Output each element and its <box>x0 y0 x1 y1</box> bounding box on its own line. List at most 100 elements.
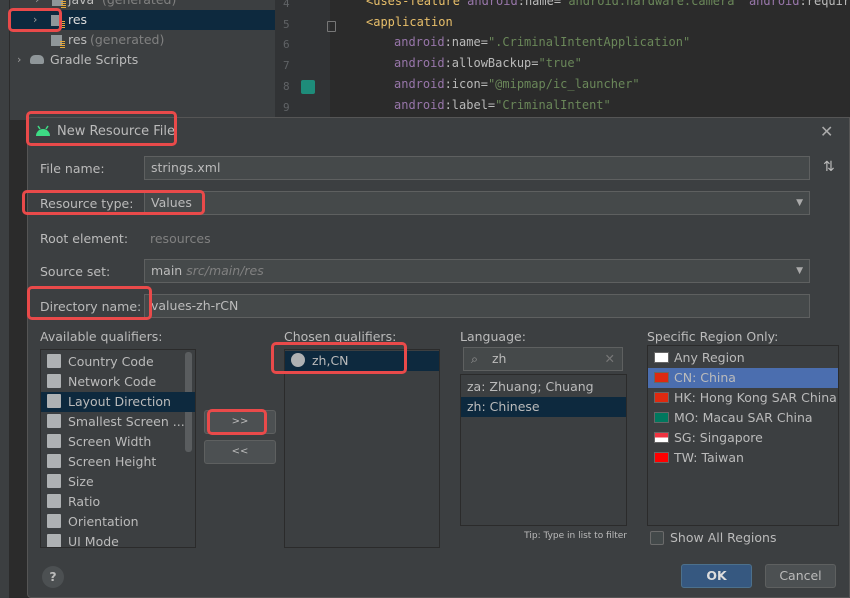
qualifier-label: UI Mode <box>68 534 119 548</box>
code-line[interactable]: <uses-feature android:name="android.hard… <box>366 0 850 8</box>
language-label: Language: <box>460 329 526 344</box>
dropdown-arrow-icon: ▼ <box>796 198 803 208</box>
cancel-button[interactable]: Cancel <box>765 564 836 588</box>
qualifier-item[interactable]: Screen Height <box>41 452 195 472</box>
available-qualifiers-list[interactable]: Country Code Network Code Layout Direction… <box>40 349 196 548</box>
qualifier-item[interactable]: Orientation <box>41 512 195 532</box>
chevron-right-icon[interactable]: › <box>17 50 21 70</box>
sort-icon[interactable]: ⇅ <box>823 159 835 175</box>
help-button[interactable]: ? <box>42 566 64 588</box>
code-token: "CriminalIntent" <box>495 97 611 112</box>
region-item[interactable]: CN: China <box>648 368 838 388</box>
annotation-box <box>8 8 62 32</box>
qualifier-item[interactable]: Screen Width <box>41 432 195 452</box>
resource-type-dropdown[interactable]: Values ▼ <box>144 191 810 215</box>
qualifier-item[interactable]: Country Code <box>41 352 195 372</box>
language-item[interactable]: za: Zhuang; Chuang <box>461 377 626 397</box>
annotation-box <box>271 342 407 374</box>
source-set-dropdown[interactable]: main src/main/res ▼ <box>144 259 810 283</box>
region-item[interactable]: HK: Hong Kong SAR China <box>648 388 838 408</box>
code-line[interactable]: android:label="CriminalIntent" <box>394 98 611 112</box>
tool-window-strip <box>0 0 10 598</box>
remove-qualifier-button[interactable]: << <box>204 440 276 464</box>
qualifier-label: Network Code <box>68 374 157 389</box>
qualifier-item[interactable]: Size <box>41 472 195 492</box>
language-list[interactable]: za: Zhuang; Chuang zh: Chinese <box>460 374 627 526</box>
region-item[interactable]: MO: Macau SAR China <box>648 408 838 428</box>
code-token: :label= <box>444 97 496 112</box>
source-set-value: main <box>151 263 183 278</box>
qualifier-icon <box>47 514 61 528</box>
line-number: 9 <box>283 100 290 114</box>
qualifier-item[interactable]: Layout Direction <box>41 392 195 412</box>
close-icon[interactable]: ✕ <box>820 122 833 141</box>
qualifier-icon <box>47 394 61 408</box>
qualifier-item[interactable]: Smallest Screen ... <box>41 412 195 432</box>
region-label: HK: Hong Kong SAR China <box>674 390 837 405</box>
annotation-box <box>207 409 267 435</box>
available-qualifiers-label: Available qualifiers: <box>40 329 163 344</box>
region-item[interactable]: Any Region <box>648 348 838 368</box>
flag-icon <box>654 412 669 423</box>
qualifier-label: Orientation <box>68 514 139 529</box>
tree-item-gradle-scripts[interactable]: › Gradle Scripts <box>10 50 275 70</box>
code-token: android <box>394 35 445 50</box>
qualifier-label: Smallest Screen ... <box>68 414 185 429</box>
code-token: ".CriminalIntentApplication" <box>487 35 691 50</box>
qualifier-item[interactable]: Ratio <box>41 492 195 512</box>
chosen-qualifiers-list[interactable]: zh,CN <box>284 349 440 548</box>
qualifier-label: Screen Height <box>68 454 157 469</box>
code-line[interactable]: android:allowBackup="true" <box>394 56 582 70</box>
region-list[interactable]: Any Region CN: China HK: Hong Kong SAR Chi… <box>647 345 839 526</box>
file-name-input[interactable]: strings.xml <box>144 156 810 180</box>
show-all-regions-label[interactable]: Show All Regions <box>670 530 776 545</box>
region-item[interactable]: SG: Singapore <box>648 428 838 448</box>
line-number: 8 <box>283 79 290 93</box>
code-line[interactable]: android:name=".CriminalIntentApplication… <box>394 35 690 49</box>
code-token: :name= <box>517 0 562 8</box>
region-label: CN: China <box>674 370 736 385</box>
flag-icon <box>654 432 669 443</box>
region-label: SG: Singapore <box>674 430 763 445</box>
line-number: 6 <box>283 38 290 52</box>
clear-icon[interactable]: ✕ <box>605 348 615 370</box>
root-element-value: resources <box>150 231 211 246</box>
tree-item-res-generated[interactable]: res (generated) <box>10 30 275 50</box>
show-all-regions-checkbox[interactable] <box>650 531 664 545</box>
qualifier-icon <box>47 534 61 547</box>
directory-name-input[interactable]: values-zh-rCN <box>144 294 810 318</box>
line-number: 4 <box>283 0 290 10</box>
search-icon: ⌕ <box>471 351 479 366</box>
qualifier-icon <box>47 434 61 448</box>
code-token: :name= <box>444 35 488 50</box>
annotation-box <box>26 111 177 146</box>
dropdown-arrow-icon: ▼ <box>796 266 803 276</box>
flag-icon <box>654 352 669 363</box>
code-line[interactable]: android:icon="@mipmap/ic_launcher" <box>394 77 640 91</box>
code-line[interactable]: <application <box>366 15 453 29</box>
folder-icon <box>51 35 65 48</box>
line-number: 5 <box>283 17 290 31</box>
qualifier-item[interactable]: UI Mode <box>41 532 195 548</box>
region-item[interactable]: TW: Taiwan <box>648 448 838 468</box>
qualifier-icon <box>47 354 61 368</box>
code-token: :allowBackup= <box>444 56 539 71</box>
code-token: <application <box>366 14 453 29</box>
flag-icon <box>654 372 669 383</box>
code-token: :icon= <box>444 76 488 91</box>
qualifier-item[interactable]: Network Code <box>41 372 195 392</box>
android-gutter-icon[interactable] <box>301 80 315 94</box>
annotation-box <box>27 286 152 320</box>
fold-icon[interactable] <box>327 21 336 32</box>
ok-button[interactable]: OK <box>681 564 752 588</box>
region-label: Specific Region Only: <box>647 329 779 344</box>
code-token: <uses-feature <box>366 0 468 8</box>
code-token: android <box>467 0 518 8</box>
source-set-label: Source set: <box>40 264 111 279</box>
qualifier-label: Country Code <box>68 354 154 369</box>
qualifier-icon <box>47 494 61 508</box>
qualifier-icon <box>47 454 61 468</box>
language-search-input[interactable]: ⌕ zh ✕ <box>463 347 623 371</box>
language-item[interactable]: zh: Chinese <box>461 397 626 417</box>
qualifier-label: Ratio <box>68 494 101 509</box>
